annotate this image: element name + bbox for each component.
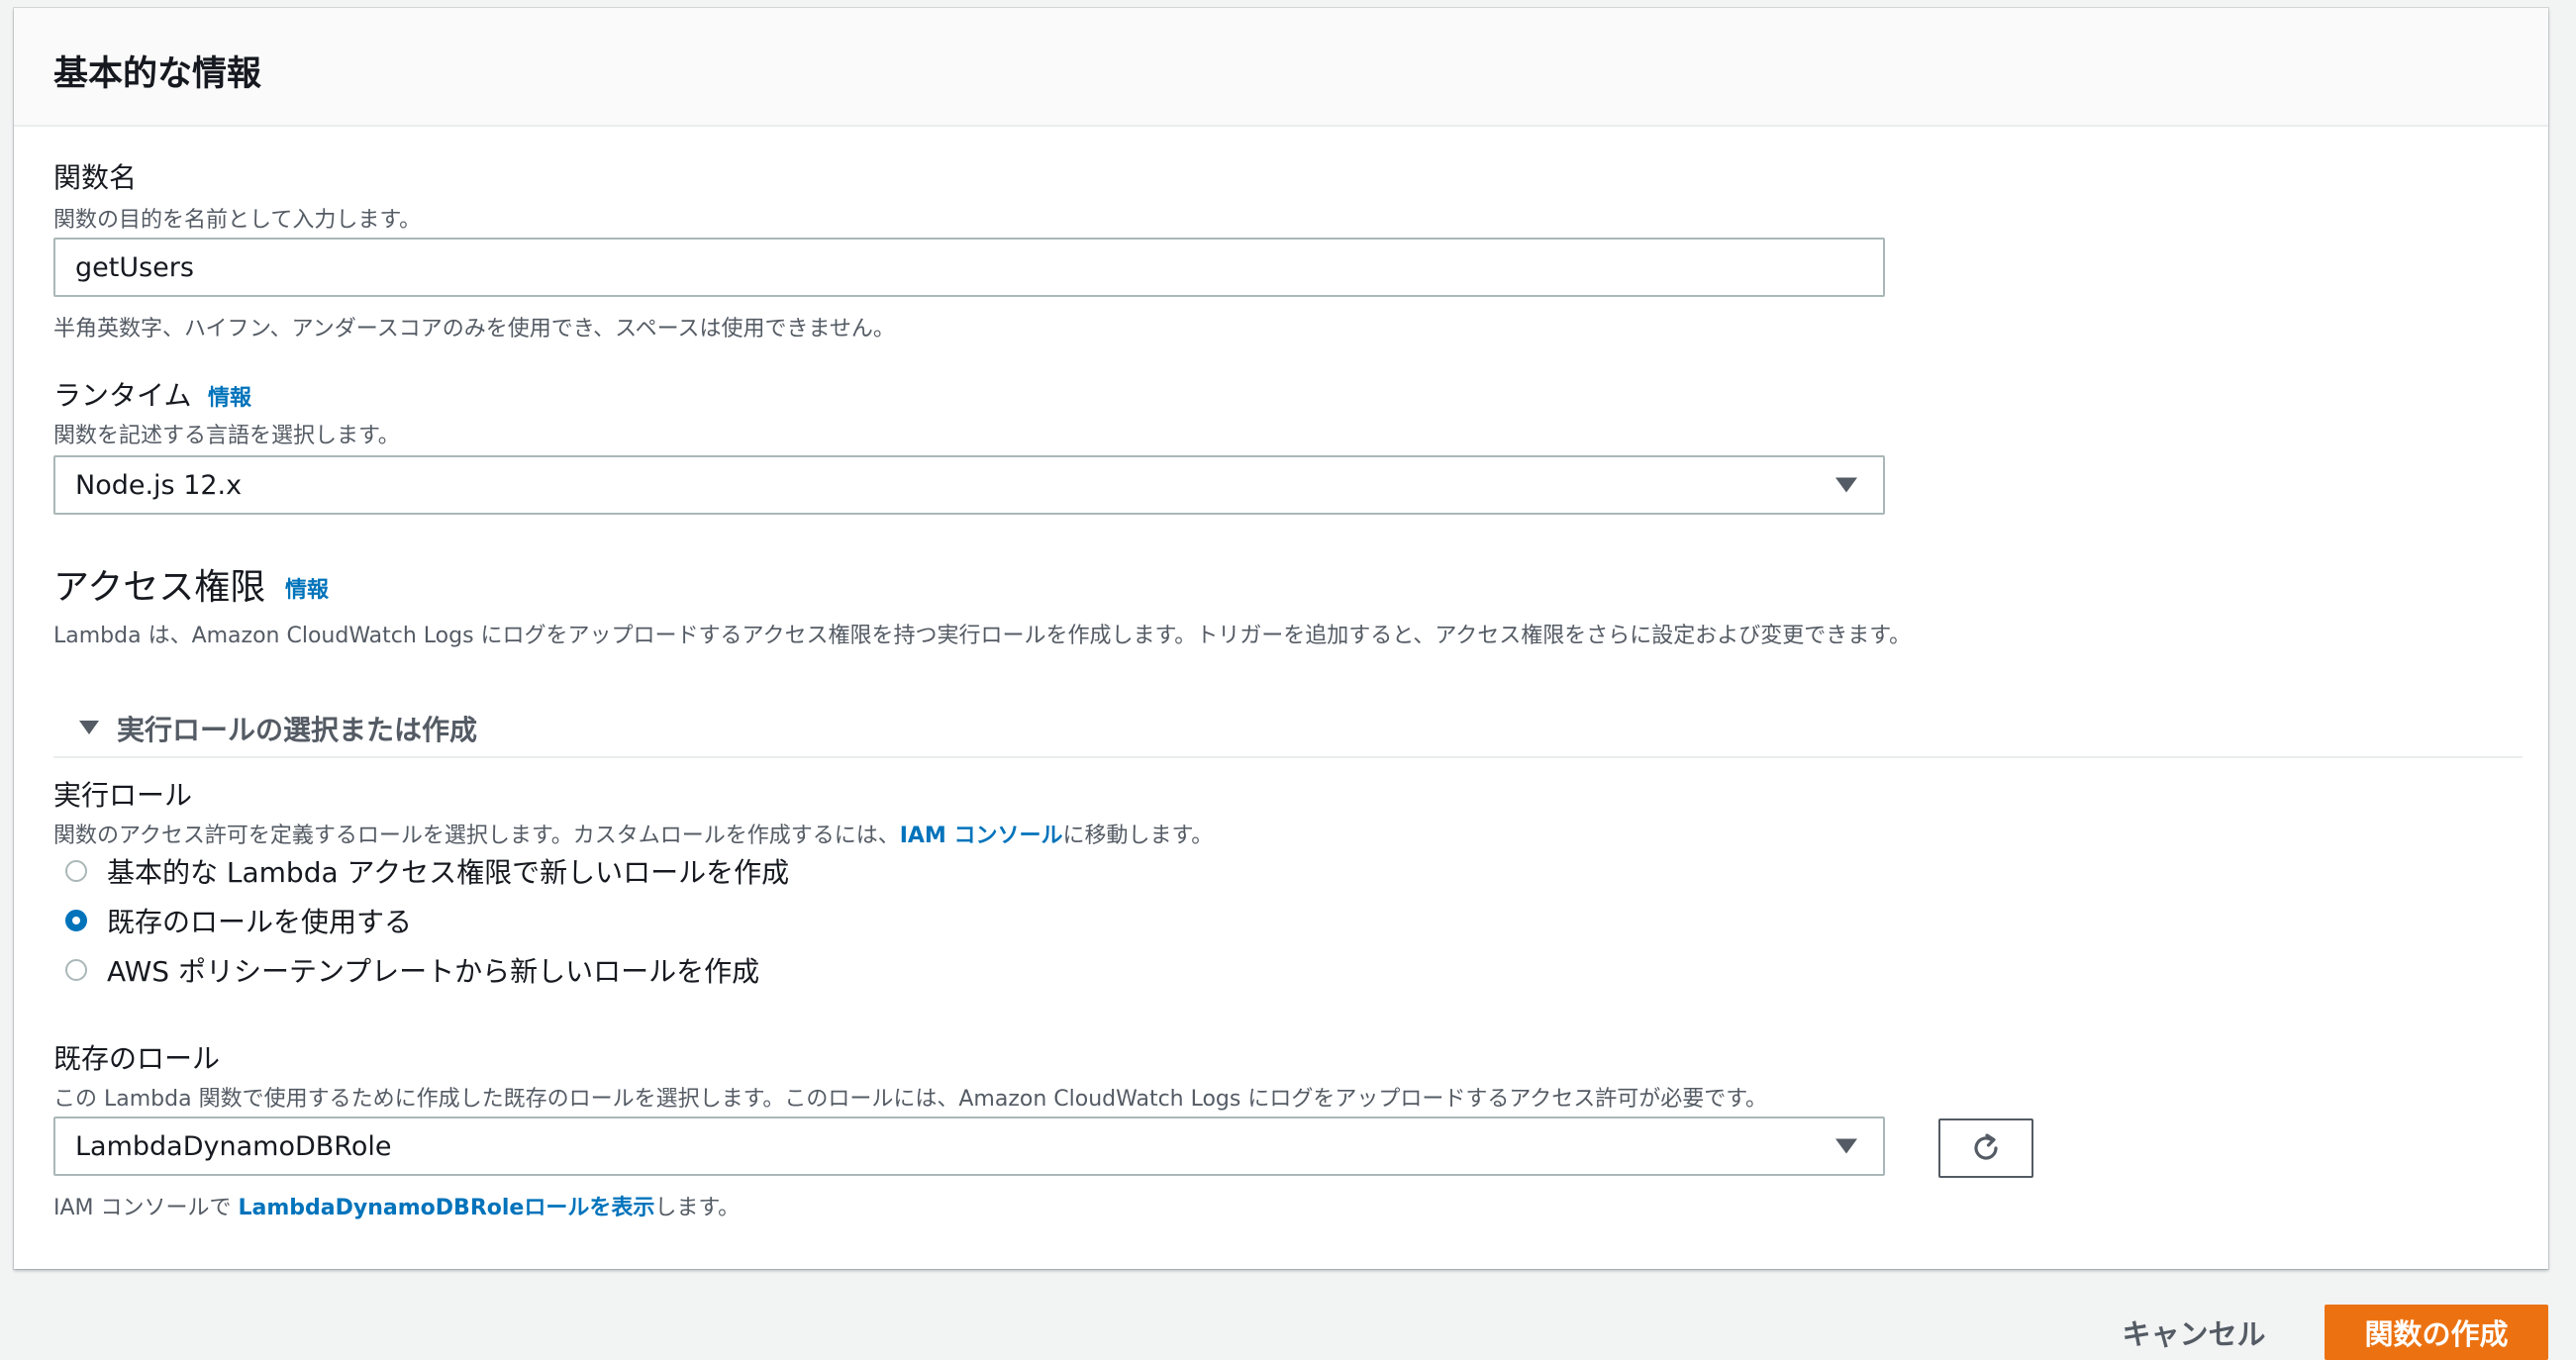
- runtime-selected-value: Node.js 12.x: [75, 469, 243, 501]
- refresh-icon: [1974, 1133, 1998, 1160]
- radio-button[interactable]: [65, 860, 87, 882]
- runtime-description: 関数を記述する言語を選択します。: [53, 424, 400, 448]
- execution-role-expander[interactable]: 実行ロールの選択または作成: [53, 703, 2523, 758]
- cancel-button[interactable]: キャンセル: [2095, 1305, 2293, 1360]
- existing-role-description: この Lambda 関数で使用するために作成した既存のロールを選択します。このロ…: [53, 1087, 1768, 1112]
- existing-role-footer-suffix: します。: [654, 1196, 741, 1220]
- function-name-label: 関数名: [53, 161, 138, 194]
- existing-role-footer: IAM コンソールで LambdaDynamoDBRoleロールを表示します。: [53, 1190, 740, 1221]
- iam-console-link[interactable]: IAM コンソール: [900, 824, 1063, 848]
- execution-role-label: 実行ロール: [53, 779, 193, 812]
- basic-info-panel: 基本的な情報 関数名 関数の目的を名前として入力します。 getUsers 半角…: [14, 8, 2548, 1269]
- radio-option-policy-template[interactable]: AWS ポリシーテンプレートから新しいロールを作成: [53, 950, 759, 990]
- runtime-info-link[interactable]: 情報: [208, 380, 251, 412]
- radio-button[interactable]: [65, 959, 87, 981]
- function-name-constraint: 半角英数字、ハイフン、アンダースコアのみを使用でき、スペースは使用できません。: [53, 317, 895, 341]
- panel-title: 基本的な情報: [53, 54, 262, 94]
- execution-role-description: 関数のアクセス許可を定義するロールを選択します。カスタムロールを作成するには、I…: [53, 818, 1213, 849]
- panel-header: 基本的な情報: [14, 8, 2548, 127]
- radio-label: 基本的な Lambda アクセス権限で新しいロールを作成: [107, 856, 790, 889]
- radio-option-new-basic-role[interactable]: 基本的な Lambda アクセス権限で新しいロールを作成: [53, 851, 789, 891]
- access-description: Lambda は、Amazon CloudWatch Logs にログをアップロ…: [53, 624, 1912, 648]
- caret-down-icon: [79, 721, 99, 734]
- radio-label: 既存のロールを使用する: [107, 906, 413, 938]
- function-name-input[interactable]: getUsers: [53, 238, 1885, 297]
- existing-role-footer-prefix: IAM コンソールで: [53, 1196, 239, 1220]
- existing-role-label: 既存のロール: [53, 1042, 221, 1075]
- radio-label: AWS ポリシーテンプレートから新しいロールを作成: [107, 955, 760, 988]
- execution-role-description-suffix: に移動します。: [1062, 824, 1214, 848]
- existing-role-selected-value: LambdaDynamoDBRole: [75, 1130, 392, 1162]
- radio-option-existing-role[interactable]: 既存のロールを使用する: [53, 901, 412, 940]
- create-function-button[interactable]: 関数の作成: [2325, 1305, 2548, 1360]
- refresh-roles-button[interactable]: [1938, 1118, 2033, 1178]
- radio-button-selected[interactable]: [65, 910, 87, 931]
- existing-role-select[interactable]: LambdaDynamoDBRole: [53, 1117, 1885, 1176]
- runtime-select[interactable]: Node.js 12.x: [53, 455, 1885, 515]
- access-info-link[interactable]: 情報: [285, 572, 329, 604]
- view-role-link[interactable]: LambdaDynamoDBRoleロールを表示: [239, 1196, 655, 1220]
- expander-label: 実行ロールの選択または作成: [117, 714, 478, 746]
- execution-role-description-text: 関数のアクセス許可を定義するロールを選択します。カスタムロールを作成するには、: [53, 824, 900, 848]
- caret-down-icon: [1835, 1138, 1857, 1154]
- access-heading: アクセス権限: [53, 567, 266, 608]
- function-name-description: 関数の目的を名前として入力します。: [53, 208, 422, 233]
- runtime-label: ランタイム: [53, 379, 192, 412]
- caret-down-icon: [1835, 477, 1857, 493]
- function-name-value: getUsers: [75, 251, 194, 283]
